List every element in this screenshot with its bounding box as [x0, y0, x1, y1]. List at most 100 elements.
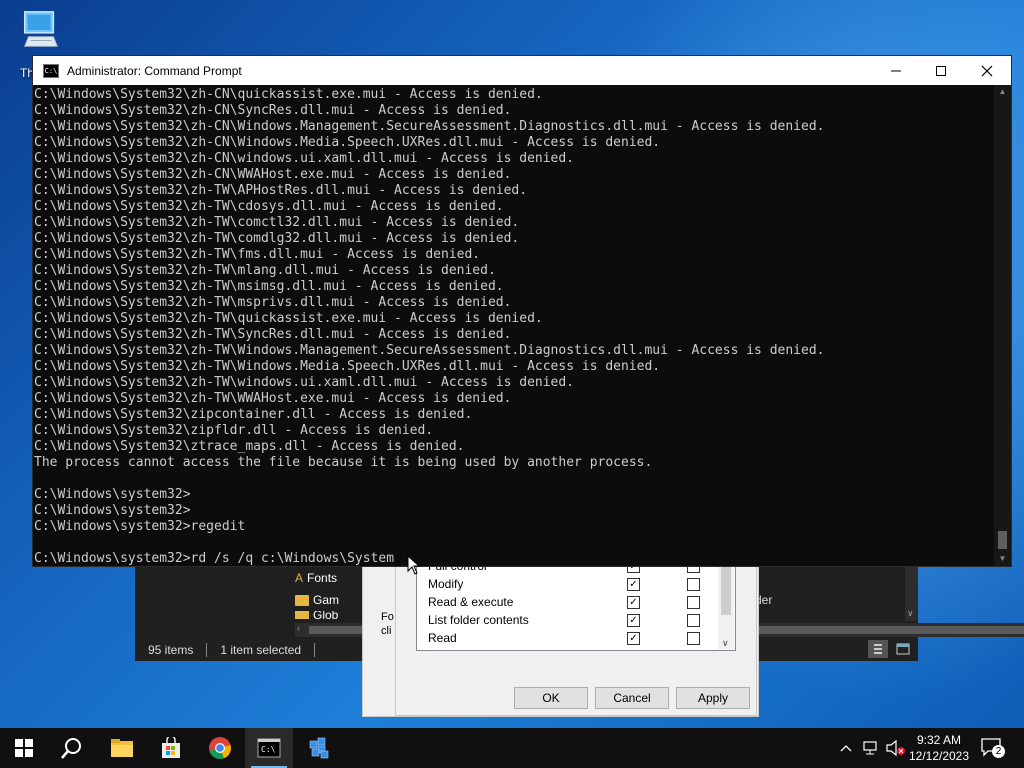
scroll-down-icon[interactable]: ▼ [994, 552, 1011, 566]
taskbar-command-prompt[interactable]: C:\ [245, 728, 293, 768]
volume-muted-icon [886, 739, 905, 757]
console-line: C:\Windows\System32\zh-TW\msimsg.dll.mui… [34, 279, 504, 294]
console-line: C:\Windows\System32\zipfldr.dll - Access… [34, 423, 434, 438]
console-line: C:\Windows\System32\zh-TW\quickassist.ex… [34, 311, 543, 326]
permission-row: List folder contents ✓ [417, 611, 735, 629]
mouse-pointer-icon [407, 555, 421, 575]
close-button[interactable] [964, 56, 1010, 85]
action-center-button[interactable]: 2 [980, 737, 1006, 759]
side-text-line: cli [381, 625, 392, 637]
cmd-app-icon: C:\ [43, 63, 59, 78]
console-line: C:\Windows\System32\zh-CN\WWAHost.exe.mu… [34, 167, 512, 182]
computer-icon [23, 11, 58, 47]
folder-icon [295, 594, 309, 606]
permission-row: Modify ✓ [417, 575, 735, 593]
details-view-icon [874, 644, 882, 654]
side-text-line: Fo [381, 611, 394, 623]
clock-date: 12/12/2023 [908, 749, 970, 763]
allow-checkbox[interactable]: ✓ [627, 578, 640, 591]
desktop-icon-this-pc[interactable]: Th [12, 8, 68, 80]
scrollbar-thumb[interactable] [721, 567, 731, 615]
scroll-up-icon[interactable]: ▲ [994, 85, 1011, 99]
apply-button[interactable]: Apply [676, 687, 750, 709]
maximize-button[interactable] [918, 56, 964, 85]
permission-name: Read [428, 631, 457, 645]
console-output[interactable]: C:\Windows\System32\zh-CN\quickassist.ex… [34, 87, 994, 565]
status-divider [314, 643, 316, 657]
deny-checkbox[interactable] [687, 632, 700, 645]
cmd-title-bar[interactable]: C:\ Administrator: Command Prompt [33, 56, 1011, 85]
search-button[interactable] [48, 728, 96, 768]
taskbar-registry-editor[interactable] [295, 728, 343, 768]
permissions-list[interactable]: Full control ✓ Modify ✓ Read & execute ✓… [416, 565, 736, 651]
console-line: The process cannot access the file becau… [34, 455, 653, 470]
start-button[interactable] [0, 728, 48, 768]
chrome-icon [209, 737, 231, 760]
permission-row: Read & execute ✓ [417, 593, 735, 611]
console-line: C:\Windows\System32\zh-TW\WWAHost.exe.mu… [34, 391, 512, 406]
scrollbar-thumb[interactable] [998, 531, 1007, 549]
deny-checkbox[interactable] [687, 596, 700, 609]
registry-editor-icon [309, 737, 329, 759]
volume-button[interactable] [885, 739, 907, 757]
deny-checkbox[interactable] [687, 566, 700, 573]
console-line: C:\Windows\System32\zh-TW\APHostRes.dll.… [34, 183, 528, 198]
permissions-scrollbar[interactable]: ∨ [718, 565, 734, 649]
file-explorer-icon [111, 739, 133, 757]
clock-time: 9:32 AM [916, 733, 962, 747]
command-prompt-window[interactable]: C:\ Administrator: Command Prompt C:\Win… [33, 56, 1011, 566]
large-icons-view-icon [896, 643, 910, 655]
console-line: C:\Windows\System32\zh-TW\Windows.Media.… [34, 359, 661, 374]
store-icon [162, 737, 180, 758]
nav-item-globalization[interactable]: Glob [295, 611, 365, 619]
dialog-side-text: Fo cli [381, 610, 394, 638]
close-icon [981, 65, 993, 76]
console-line: C:\Windows\System32\zh-TW\cdosys.dll.mui… [34, 199, 504, 214]
console-line: C:\Windows\System32\zh-TW\windows.ui.xam… [34, 375, 575, 390]
allow-checkbox[interactable]: ✓ [627, 566, 640, 573]
console-line: C:\Windows\System32\zh-CN\windows.ui.xam… [34, 151, 575, 166]
permission-name: List folder contents [428, 613, 529, 627]
console-line: C:\Windows\System32\zh-TW\msprivs.dll.mu… [34, 295, 512, 310]
console-line: C:\Windows\System32\zh-CN\SyncRes.dll.mu… [34, 103, 512, 118]
notification-count-badge: 2 [992, 745, 1005, 758]
details-view-button[interactable] [868, 640, 888, 658]
minimize-button[interactable] [873, 56, 919, 85]
taskbar-microsoft-store[interactable] [147, 728, 195, 768]
console-line: C:\Windows\System32\zh-TW\SyncRes.dll.mu… [34, 327, 512, 342]
console-line: C:\Windows\System32\zh-TW\comdlg32.dll.m… [34, 231, 520, 246]
scroll-left-icon: ‹ [297, 623, 300, 633]
search-icon [61, 738, 81, 759]
console-line: C:\Windows\System32\zh-TW\comctl32.dll.m… [34, 215, 520, 230]
console-line: C:\Windows\system32> [34, 503, 191, 518]
fonts-folder-icon: A [295, 571, 304, 585]
console-line: C:\Windows\System32\zh-TW\mlang.dll.mui … [34, 263, 496, 278]
console-scrollbar[interactable]: ▲ ▼ [994, 85, 1011, 566]
show-hidden-icons-button[interactable] [838, 740, 854, 756]
network-icon [863, 741, 877, 755]
network-status-button[interactable] [862, 739, 880, 757]
allow-checkbox[interactable]: ✓ [627, 614, 640, 627]
nav-item-label: Gam [313, 593, 340, 607]
svg-text:C:\: C:\ [261, 745, 276, 754]
nav-item-fonts[interactable]: A Fonts [295, 567, 365, 589]
clock[interactable]: 9:32 AM 12/12/2023 [905, 731, 973, 765]
nav-item-games[interactable]: Gam [295, 589, 365, 611]
permission-row: Read ✓ [417, 629, 735, 647]
large-icons-view-button[interactable] [893, 640, 913, 658]
allow-checkbox[interactable]: ✓ [627, 596, 640, 609]
nav-item-label: Glob [313, 611, 339, 619]
deny-checkbox[interactable] [687, 614, 700, 627]
ok-button[interactable]: OK [514, 687, 588, 709]
taskbar: C:\ 9:32 AM 12/12/2023 2 [0, 728, 1024, 768]
permission-name: Full control [428, 565, 487, 573]
deny-checkbox[interactable] [687, 578, 700, 591]
explorer-right-scrollbar[interactable]: ∨ [905, 565, 918, 621]
cancel-button[interactable]: Cancel [595, 687, 669, 709]
taskbar-file-explorer[interactable] [98, 728, 146, 768]
taskbar-chrome[interactable] [196, 728, 244, 768]
allow-checkbox[interactable]: ✓ [627, 632, 640, 645]
console-line: C:\Windows\System32\zh-CN\quickassist.ex… [34, 87, 543, 102]
